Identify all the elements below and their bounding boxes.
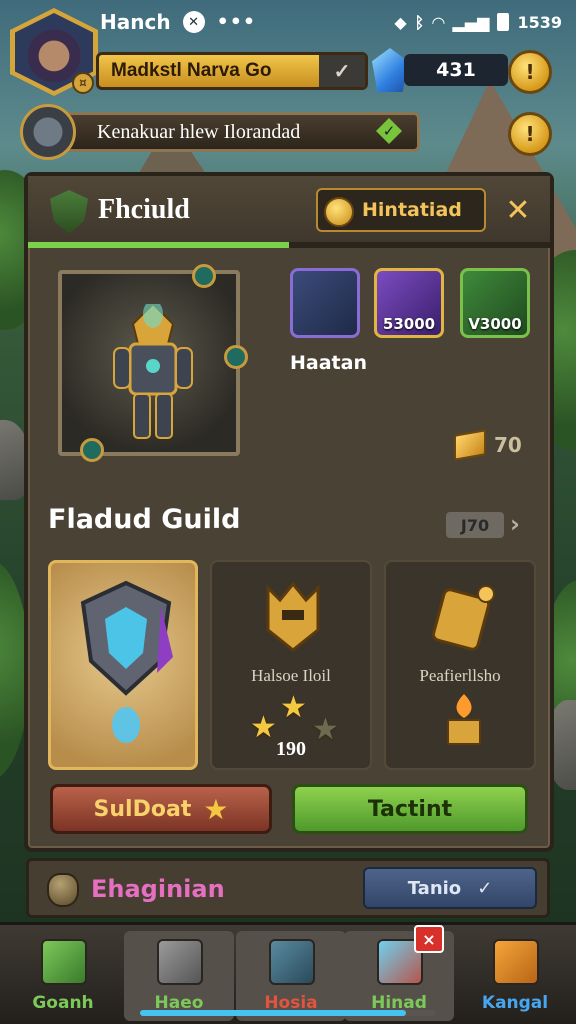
header-progress-bar (28, 242, 550, 248)
shield-icon (50, 190, 88, 234)
armored-hero-figure (113, 304, 193, 439)
spellbook-icon (269, 939, 315, 985)
hero-slot-1[interactable] (290, 268, 360, 338)
header-action-label: Hintatiad (362, 199, 462, 221)
card-shield[interactable] (48, 560, 198, 770)
anvil-icon (157, 939, 203, 985)
nav-scroll-fill (140, 1010, 407, 1016)
card-label: Peafierllsho (419, 666, 501, 685)
hero-slot-2[interactable]: 53000 (374, 268, 444, 338)
avatar-level-icon: ¤ (72, 72, 94, 94)
panel-header: Fhciuld Hintatiad ✕ (28, 176, 550, 248)
lower-bar-label: Ehaginian (91, 875, 225, 903)
gem-counter[interactable]: 431 (404, 54, 508, 86)
treasure-fire-icon (447, 694, 481, 745)
header-action-button[interactable]: Hintatiad (316, 188, 486, 232)
nav-item-hinad[interactable]: × Hinad (344, 925, 454, 1021)
card-helmet[interactable]: Halsoe Iloil ★ ★ ★ 190 (210, 560, 372, 770)
hero-slot-value: V3000 (468, 315, 522, 333)
nav-item-hosia[interactable]: Hosia (236, 931, 346, 1021)
checkmark-icon: ✓ (477, 877, 493, 899)
gem-socket-icon (192, 264, 216, 288)
checkmark-icon[interactable]: ✓ (319, 55, 365, 87)
player-name-bar[interactable]: Madkstl Narva Go ✓ (96, 52, 368, 90)
card-relic[interactable]: Peafierllsho (384, 560, 536, 770)
chevron-right-icon[interactable]: › (510, 510, 520, 538)
gem-socket-icon (224, 345, 248, 370)
gold-stack-value: 70 (494, 433, 522, 457)
gold-stack: 70 (454, 429, 522, 461)
nav-scroll-indicator (140, 1010, 436, 1016)
star-icon: ★ (203, 792, 229, 826)
nav-item-haeo[interactable]: Haeo (124, 931, 234, 1021)
quest-emblem-icon (20, 104, 76, 160)
quest-text: Kenakuar hlew Ilorandad (97, 120, 301, 143)
gold-add-button[interactable]: ! (508, 50, 552, 94)
hero-name: Haatan (290, 352, 367, 374)
crest-shield-icon (80, 580, 173, 743)
nav-item-goanh[interactable]: Goanh (8, 931, 118, 1021)
panel-title: Fhciuld (98, 194, 190, 225)
crate-icon (493, 939, 539, 985)
pouch-icon (47, 873, 79, 907)
gold-bar-icon (454, 429, 486, 461)
quest-info-button[interactable]: ! (508, 112, 552, 156)
bluetooth-icon: ᛒ (414, 12, 425, 32)
confirm-button-label: Tactint (367, 796, 453, 822)
notification-badge: × (414, 925, 444, 953)
wifi-icon: ◠ (432, 12, 445, 32)
golden-helmet-icon (266, 581, 320, 652)
nav-item-kangal[interactable]: Kangal (460, 931, 570, 1021)
player-name: Madkstl Narva Go (111, 60, 272, 81)
nav-label: Kangal (481, 993, 549, 1013)
nav-label: Goanh (32, 993, 94, 1013)
bottom-nav: Goanh Haeo Hosia × Hinad Kangal (0, 922, 576, 1024)
lower-bar-button-label: Tanio (407, 877, 462, 899)
guild-panel: Fhciuld Hintatiad ✕ 53000 V3000 Haatan 7… (24, 172, 554, 852)
shield-status-icon: ◆ (394, 12, 407, 32)
coin-icon (324, 197, 354, 227)
guild-cards: Halsoe Iloil ★ ★ ★ 190 Peafierllsho (44, 560, 536, 770)
hero-portrait-frame[interactable] (58, 264, 248, 462)
upgrade-button[interactable]: SulDoat ★ (50, 784, 272, 834)
close-circle-icon: ✕ (182, 11, 205, 33)
status-time: 1539 (517, 12, 562, 32)
more-dots-icon: ••• (216, 11, 257, 33)
guild-title: Fladud Guild (48, 504, 241, 535)
star-icon: ★ (280, 690, 307, 725)
gem-socket-icon (80, 438, 104, 462)
lower-bar: Ehaginian Tanio ✓ (26, 858, 550, 918)
relic-tablet-icon (431, 585, 495, 651)
status-app-title: Hanch (100, 10, 171, 34)
hero-slot-3[interactable]: V3000 (460, 268, 530, 338)
treasure-chest-icon (41, 939, 87, 985)
lower-bar-button[interactable]: Tanio ✓ (363, 867, 537, 909)
quest-bar[interactable]: Kenakuar hlew Ilorandad (26, 112, 420, 152)
signal-icon: ▂▄▆ (452, 12, 490, 32)
header-progress-fill (28, 242, 289, 248)
hero-slot-value: 53000 (382, 315, 436, 333)
close-icon[interactable]: ✕ (498, 190, 538, 230)
battery-icon (497, 13, 510, 31)
guild-count-badge: J70 (446, 512, 504, 538)
gem-count: 431 (436, 59, 476, 81)
confirm-button[interactable]: Tactint (292, 784, 528, 834)
card-label: Halsoe Iloil (251, 666, 331, 685)
card-value: 190 (276, 738, 306, 760)
upgrade-button-label: SulDoat (93, 796, 192, 822)
